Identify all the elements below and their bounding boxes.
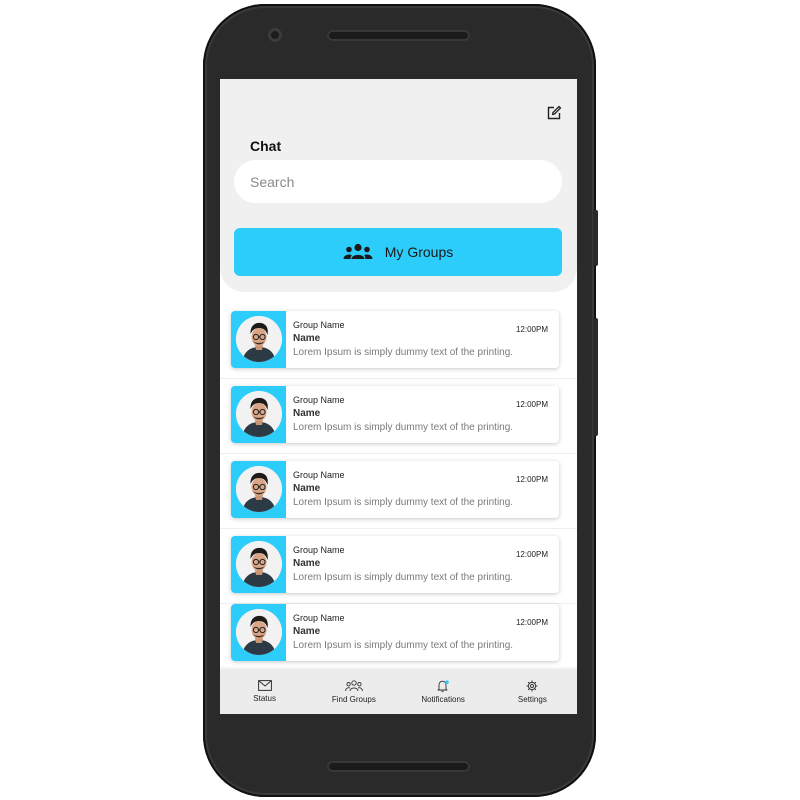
list-item: Group Name 12:00PM Name Lorem Ipsum is s…	[220, 454, 577, 529]
avatar	[236, 541, 282, 587]
my-groups-button[interactable]: My Groups	[234, 228, 562, 276]
compose-button[interactable]	[545, 104, 563, 122]
chat-card[interactable]: Group Name 12:00PM Name Lorem Ipsum is s…	[231, 311, 559, 368]
message-preview: Lorem Ipsum is simply dummy text of the …	[293, 640, 514, 651]
message-time: 12:00PM	[515, 550, 548, 559]
avatar-frame	[231, 536, 286, 593]
nav-status-label: Status	[253, 694, 276, 703]
sender-name: Name	[293, 483, 321, 494]
list-item: Group Name 12:00PM Name Lorem Ipsum is s…	[220, 604, 577, 672]
sender-name: Name	[293, 626, 321, 637]
bell-icon	[437, 679, 449, 692]
group-icon	[345, 679, 363, 691]
message-preview: Lorem Ipsum is simply dummy text of the …	[293, 572, 514, 583]
list-item: Group Name 12:00PM Name Lorem Ipsum is s…	[220, 379, 577, 454]
message-time: 12:00PM	[515, 475, 548, 484]
nav-find-groups-label: Find Groups	[331, 694, 376, 704]
avatar-frame	[231, 461, 286, 518]
group-name: Group Name	[293, 613, 345, 623]
message-preview: Lorem Ipsum is simply dummy text of the …	[293, 422, 514, 433]
group-name: Group Name	[293, 545, 345, 555]
header-panel: Chat My Groups	[220, 79, 577, 292]
list-item: Group Name 12:00PM Name Lorem Ipsum is s…	[220, 304, 577, 379]
avatar	[236, 609, 282, 655]
avatar	[236, 316, 282, 362]
chat-card[interactable]: Group Name 12:00PM Name Lorem Ipsum is s…	[231, 461, 559, 518]
nav-notifications[interactable]: Notifications	[403, 679, 483, 704]
search-input[interactable]	[234, 160, 562, 203]
list-item: Group Name 12:00PM Name Lorem Ipsum is s…	[220, 529, 577, 604]
group-name: Group Name	[293, 395, 345, 405]
avatar	[236, 466, 282, 512]
chat-card[interactable]: Group Name 12:00PM Name Lorem Ipsum is s…	[231, 536, 559, 593]
volume-button	[593, 318, 598, 436]
message-preview: Lorem Ipsum is simply dummy text of the …	[293, 347, 514, 358]
my-groups-label: My Groups	[384, 244, 454, 260]
group-name: Group Name	[293, 470, 345, 480]
users-icon	[343, 243, 373, 259]
front-camera	[268, 28, 282, 42]
avatar-frame	[231, 311, 286, 368]
power-button	[593, 210, 598, 266]
sender-name: Name	[293, 333, 321, 344]
nav-notifications-label: Notifications	[421, 694, 465, 704]
message-time: 12:00PM	[515, 325, 548, 334]
avatar	[236, 391, 282, 437]
chat-card[interactable]: Group Name 12:00PM Name Lorem Ipsum is s…	[231, 604, 559, 661]
bottom-nav: Status Find Groups Notifications Setting…	[220, 669, 577, 714]
envelope-icon	[257, 680, 272, 691]
page-title: Chat	[250, 138, 282, 154]
avatar-frame	[231, 386, 286, 443]
message-time: 12:00PM	[515, 400, 548, 409]
chat-card[interactable]: Group Name 12:00PM Name Lorem Ipsum is s…	[231, 386, 559, 443]
sender-name: Name	[293, 408, 321, 419]
chat-list: Group Name 12:00PM Name Lorem Ipsum is s…	[220, 304, 577, 672]
nav-status[interactable]: Status	[225, 680, 305, 703]
avatar-frame	[231, 604, 286, 661]
nav-settings[interactable]: Settings	[492, 680, 572, 704]
app-screen: Chat My Groups	[220, 79, 577, 714]
message-time: 12:00PM	[515, 618, 548, 627]
bottom-speaker	[327, 761, 470, 772]
nav-settings-label: Settings	[517, 694, 547, 704]
message-preview: Lorem Ipsum is simply dummy text of the …	[293, 497, 514, 508]
nav-find-groups[interactable]: Find Groups	[314, 679, 394, 704]
earpiece-speaker	[327, 30, 470, 41]
edit-icon	[547, 105, 562, 120]
group-name: Group Name	[293, 320, 345, 330]
sender-name: Name	[293, 558, 321, 569]
gear-icon	[526, 680, 538, 691]
